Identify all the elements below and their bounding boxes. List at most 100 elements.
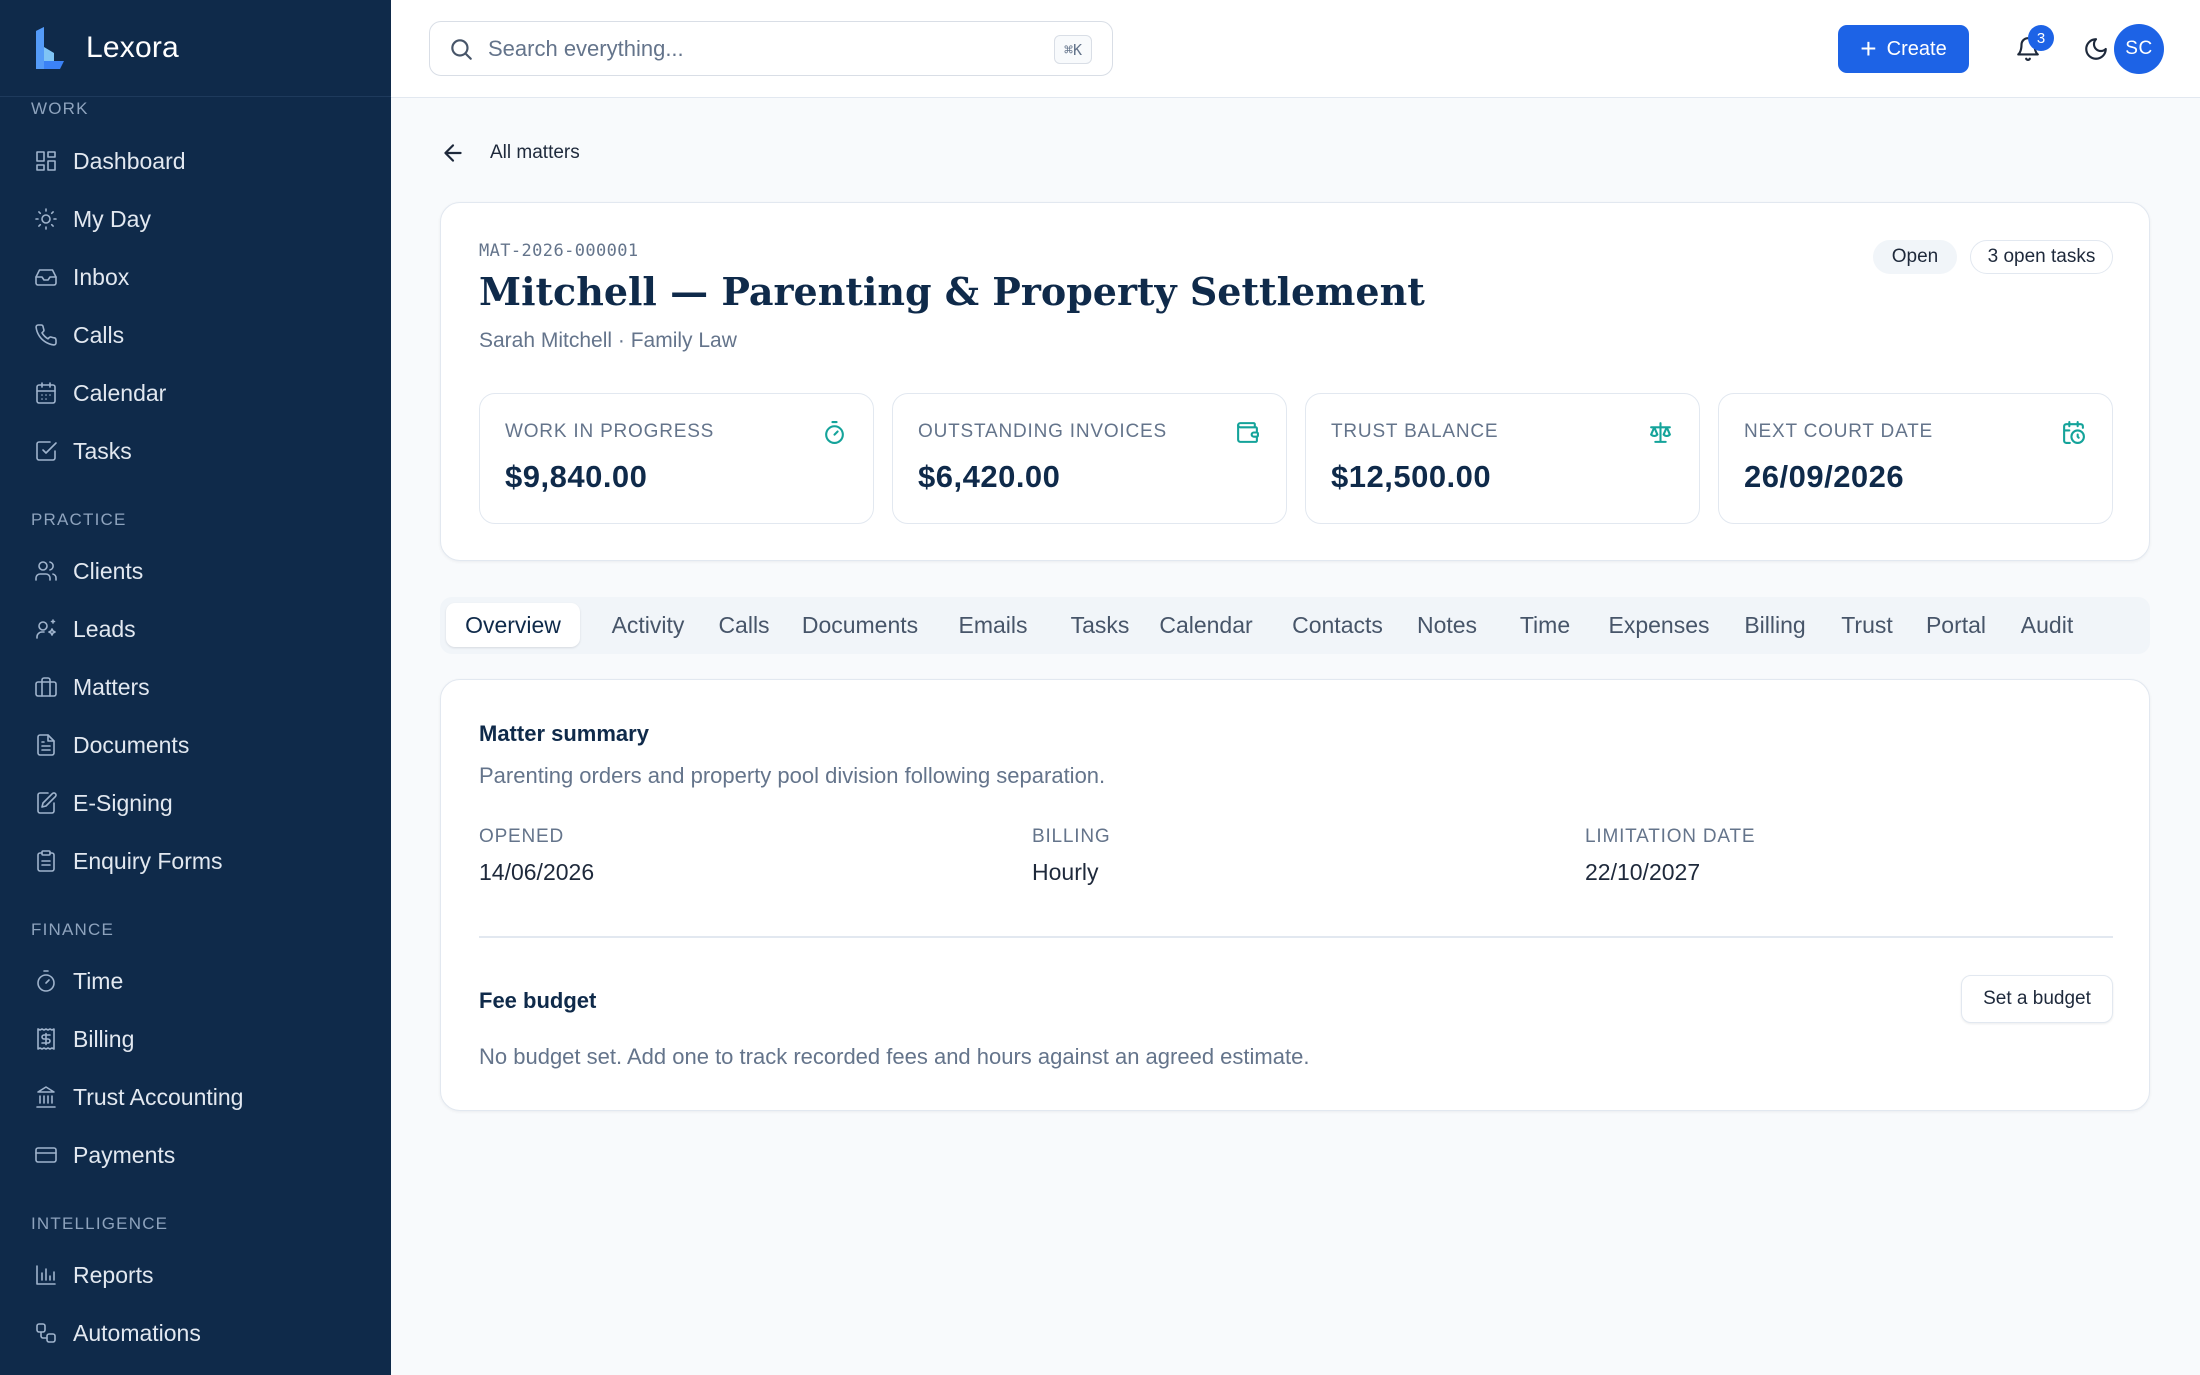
sidebar-item-label: Tasks — [73, 437, 132, 464]
sidebar-item-inbox[interactable]: Inbox — [20, 252, 370, 302]
stat-value: $6,420.00 — [918, 459, 1061, 494]
stat-value: $9,840.00 — [505, 459, 648, 494]
sidebar-item-label: Trust Accounting — [73, 1083, 244, 1110]
brand-name: Lexora — [86, 31, 179, 64]
topbar: ⌘K + Create 3 SC — [391, 0, 2200, 98]
field-label-opened: OPENED — [479, 826, 565, 847]
sidebar-item-label: Documents — [73, 731, 190, 758]
sidebar-item-trust-accounting[interactable]: Trust Accounting — [20, 1072, 370, 1122]
sidebar-item-e-signing[interactable]: E-Signing — [20, 778, 370, 828]
tab-activity[interactable]: Activity — [585, 603, 711, 647]
lexora-logo-icon — [36, 27, 64, 69]
stat-next-court-date: NEXT COURT DATE 26/09/2026 — [1718, 393, 2113, 524]
calendar-icon — [36, 382, 56, 404]
file-text-icon — [37, 734, 55, 756]
plus-icon: + — [1860, 33, 1877, 64]
timer-icon — [825, 421, 844, 444]
stat-outstanding-invoices: OUTSTANDING INVOICES $6,420.00 — [892, 393, 1287, 524]
sidebar-item-tasks[interactable]: Tasks — [20, 426, 370, 476]
sidebar-item-label: Time — [73, 967, 124, 994]
sidebar-item-clients[interactable]: Clients — [20, 546, 370, 596]
theme-toggle-button[interactable] — [2074, 27, 2118, 71]
tab-trust[interactable]: Trust — [1822, 603, 1912, 647]
divider — [479, 936, 2113, 938]
sidebar-item-billing[interactable]: Billing — [20, 1014, 370, 1064]
sidebar-item-leads[interactable]: Leads — [20, 604, 370, 654]
scale-icon — [1650, 422, 1671, 443]
stat-label: OUTSTANDING INVOICES — [918, 421, 1167, 442]
sidebar-item-label: Payments — [73, 1141, 176, 1168]
field-value-limitation-date: 22/10/2027 — [1585, 859, 1701, 885]
field-label-limitation-date: LIMITATION DATE — [1585, 826, 1756, 847]
tab-portal[interactable]: Portal — [1903, 603, 2009, 647]
tab-billing[interactable]: Billing — [1720, 603, 1830, 647]
fee-budget-empty-text: No budget set. Add one to track recorded… — [479, 1044, 1310, 1069]
tab-contacts[interactable]: Contacts — [1270, 603, 1405, 647]
tab-audit[interactable]: Audit — [1998, 603, 2096, 647]
stat-label: WORK IN PROGRESS — [505, 421, 715, 442]
sidebar-item-my-day[interactable]: My Day — [20, 194, 370, 244]
dashboard-icon — [36, 151, 56, 171]
nav-section-practice: PRACTICE — [31, 510, 127, 529]
sidebar-item-label: Billing — [73, 1025, 135, 1052]
status-badge: Open — [1873, 240, 1957, 274]
brand[interactable]: Lexora — [0, 0, 391, 97]
tab-documents[interactable]: Documents — [785, 603, 935, 647]
matter-subtitle: Sarah Mitchell · Family Law — [479, 329, 737, 352]
open-tasks-badge[interactable]: 3 open tasks — [1970, 240, 2113, 274]
field-value-billing: Hourly — [1032, 859, 1099, 885]
sidebar-item-label: E-Signing — [73, 789, 173, 816]
tab-emails[interactable]: Emails — [943, 603, 1043, 647]
stat-work-in-progress: WORK IN PROGRESS $9,840.00 — [479, 393, 874, 524]
back-to-matters-link[interactable]: All matters — [440, 140, 580, 166]
sidebar-item-label: Leads — [73, 615, 136, 642]
credit-card-icon — [35, 1147, 57, 1163]
notification-badge: 3 — [2028, 25, 2054, 51]
tab-calendar[interactable]: Calendar — [1138, 603, 1274, 647]
tab-time[interactable]: Time — [1503, 603, 1587, 647]
sidebar-item-matters[interactable]: Matters — [20, 662, 370, 712]
sidebar-item-documents[interactable]: Documents — [20, 720, 370, 770]
sidebar-item-calendar[interactable]: Calendar — [20, 368, 370, 418]
sidebar-item-label: Enquiry Forms — [73, 847, 223, 874]
tab-overview[interactable]: Overview — [446, 603, 580, 647]
sparkle-user-icon — [36, 619, 56, 639]
sidebar-item-label: Calls — [73, 321, 125, 348]
notifications-button[interactable]: 3 — [2006, 25, 2054, 71]
create-button-label: Create — [1886, 37, 1947, 60]
avatar[interactable]: SC — [2114, 24, 2164, 74]
sidebar-item-enquiry-forms[interactable]: Enquiry Forms — [20, 836, 370, 886]
users-icon — [35, 561, 57, 581]
inbox-icon — [35, 269, 57, 286]
sidebar-item-label: Calendar — [73, 379, 167, 406]
search-box[interactable]: ⌘K — [429, 21, 1113, 76]
tab-tasks[interactable]: Tasks — [1050, 603, 1150, 647]
tab-expenses[interactable]: Expenses — [1586, 603, 1732, 647]
tab-notes[interactable]: Notes — [1400, 603, 1494, 647]
matter-header-card: MAT-2026-000001 Mitchell — Parenting & P… — [440, 202, 2150, 561]
sidebar-item-time[interactable]: Time — [20, 956, 370, 1006]
tab-calls[interactable]: Calls — [702, 603, 786, 647]
sidebar-item-automations[interactable]: Automations — [20, 1308, 370, 1358]
bar-chart-icon — [36, 1265, 56, 1285]
sidebar-item-calls[interactable]: Calls — [20, 310, 370, 360]
create-button[interactable]: + Create — [1838, 25, 1969, 73]
stat-label: NEXT COURT DATE — [1744, 421, 1934, 442]
briefcase-icon — [35, 677, 57, 697]
page-title: Mitchell — Parenting & Property Settleme… — [479, 269, 1425, 314]
fee-budget-title: Fee budget — [479, 988, 597, 1013]
landmark-icon — [36, 1086, 56, 1108]
sidebar-item-payments[interactable]: Payments — [20, 1130, 370, 1180]
stat-value: 26/09/2026 — [1744, 459, 1905, 494]
sidebar-item-label: My Day — [73, 205, 151, 232]
phone-icon — [35, 324, 57, 346]
sidebar-item-label: Dashboard — [73, 147, 186, 174]
file-signature-icon — [37, 792, 57, 814]
sidebar-item-dashboard[interactable]: Dashboard — [20, 136, 370, 186]
set-budget-button[interactable]: Set a budget — [1961, 975, 2113, 1023]
matter-summary-card: Matter summary Parenting orders and prop… — [440, 679, 2150, 1111]
search-input[interactable] — [488, 35, 1028, 62]
sidebar-item-reports[interactable]: Reports — [20, 1250, 370, 1300]
nav-section-intelligence: INTELLIGENCE — [31, 1214, 169, 1233]
moon-icon — [2085, 38, 2107, 60]
